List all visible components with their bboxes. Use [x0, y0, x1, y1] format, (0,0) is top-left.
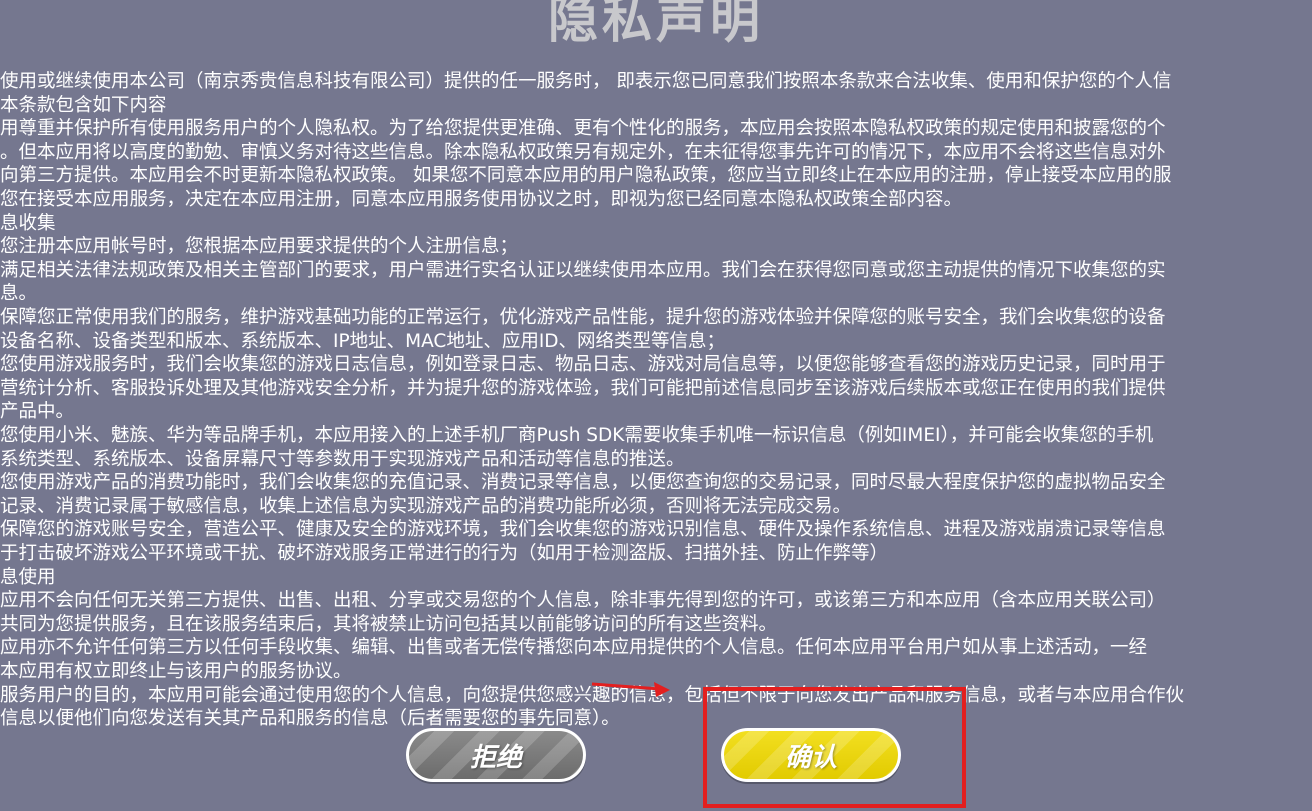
- privacy-text-line: 向第三方提供。本应用会不时更新本隐私权政策。 如果您不同意本应用的用户隐私政策，…: [0, 165, 1172, 187]
- privacy-text-line: 使用或继续使用本公司（南京秀贵信息科技有限公司）提供的任一服务时， 即表示您已同…: [0, 71, 1172, 92]
- privacy-text-line: 满足相关法律法规政策及相关主管部门的要求，用户需进行实名认证以继续使用本应用。我…: [0, 259, 1166, 281]
- reject-button[interactable]: 拒绝: [406, 728, 586, 782]
- privacy-text-line: 本应用有权立即终止与该用户的服务协议。: [0, 661, 352, 682]
- privacy-text-line: 您使用游戏产品的消费功能时，我们会收集您的充值记录、消费记录等信息，以便您查询您…: [0, 472, 1166, 494]
- privacy-text-line: 设备名称、设备类型和版本、系统版本、IP地址、MAC地址、应用ID、网络类型等信…: [0, 330, 726, 352]
- privacy-text-line: 于打击破坏游戏公平环境或干扰、破坏游戏服务正常进行的行为（如用于检测盗版、扫描外…: [0, 543, 889, 564]
- privacy-text-line: 信息以便他们向您发送有关其产品和服务的信息（后者需要您的事先同意）。: [0, 708, 620, 730]
- privacy-text-line: 用尊重并保护所有使用服务用户的个人隐私权。为了给您提供更准确、更有个性化的服务，…: [0, 118, 1166, 140]
- privacy-text-line: 息使用: [0, 566, 56, 588]
- privacy-text-line: 应用不会向任何无关第三方提供、出售、出租、分享或交易您的个人信息，除非事先得到您…: [0, 590, 1166, 612]
- privacy-text-line: 系统类型、系统版本、设备屏幕尺寸等参数用于实现游戏产品和活动等信息的推送。: [0, 448, 685, 470]
- privacy-text-line: 您使用小米、魅族、华为等品牌手机，本应用接入的上述手机厂商Push SDK需要收…: [0, 425, 1154, 446]
- privacy-text-line: 。但本应用将以高度的勤勉、审慎义务对待这些信息。除本隐私权政策另有规定外，在未征…: [0, 141, 1166, 163]
- privacy-text-line: 营统计分析、客服投诉处理及其他游戏安全分析，并为提升您的游戏体验，我们可能把前述…: [0, 377, 1166, 399]
- privacy-text-line: 您使用游戏服务时，我们会收集您的游戏日志信息，例如登录日志、物品日志、游戏对局信…: [0, 354, 1166, 376]
- confirm-button-label: 确认: [784, 742, 837, 773]
- privacy-text-line: 息收集: [0, 212, 56, 234]
- privacy-text-line: 您在接受本应用服务，决定在本应用注册，同意本应用服务使用协议之时，即视为您已经同…: [0, 189, 963, 210]
- privacy-text-line: 记录、消费记录属于敏感信息，收集上述信息为实现游戏产品的消费功能所必须，否则将无…: [0, 495, 852, 517]
- page-title: 隐私声明: [548, 0, 764, 49]
- privacy-text-line: 保障您正常使用我们的服务，维护游戏基础功能的正常运行，优化游戏产品性能，提升您的…: [0, 307, 1166, 328]
- privacy-text-line: 保障您的游戏账号安全，营造公平、健康及安全的游戏环境，我们会收集您的游戏识别信息…: [0, 519, 1166, 541]
- privacy-text-line: 产品中。: [0, 401, 75, 423]
- privacy-text-line: 息。: [0, 283, 38, 305]
- confirm-button[interactable]: 确认: [721, 728, 901, 782]
- red-arrow-annotation: [590, 676, 680, 704]
- privacy-text-body[interactable]: 使用或继续使用本公司（南京秀贵信息科技有限公司）提供的任一服务时， 即表示您已同…: [0, 70, 1312, 750]
- privacy-text-line: 本条款包含如下内容: [0, 94, 167, 116]
- privacy-text-line: 您注册本应用帐号时，您根据本应用要求提供的个人注册信息；: [0, 236, 519, 258]
- reject-button-label: 拒绝: [469, 742, 522, 773]
- privacy-text-line: 应用亦不允许任何第三方以任何手段收集、编辑、出售或者无偿传播您向本应用提供的个人…: [0, 637, 1148, 659]
- privacy-text-line: 共同为您提供服务，且在该服务结束后，其将被禁止访问包括其以前能够访问的所有这些资…: [0, 613, 778, 635]
